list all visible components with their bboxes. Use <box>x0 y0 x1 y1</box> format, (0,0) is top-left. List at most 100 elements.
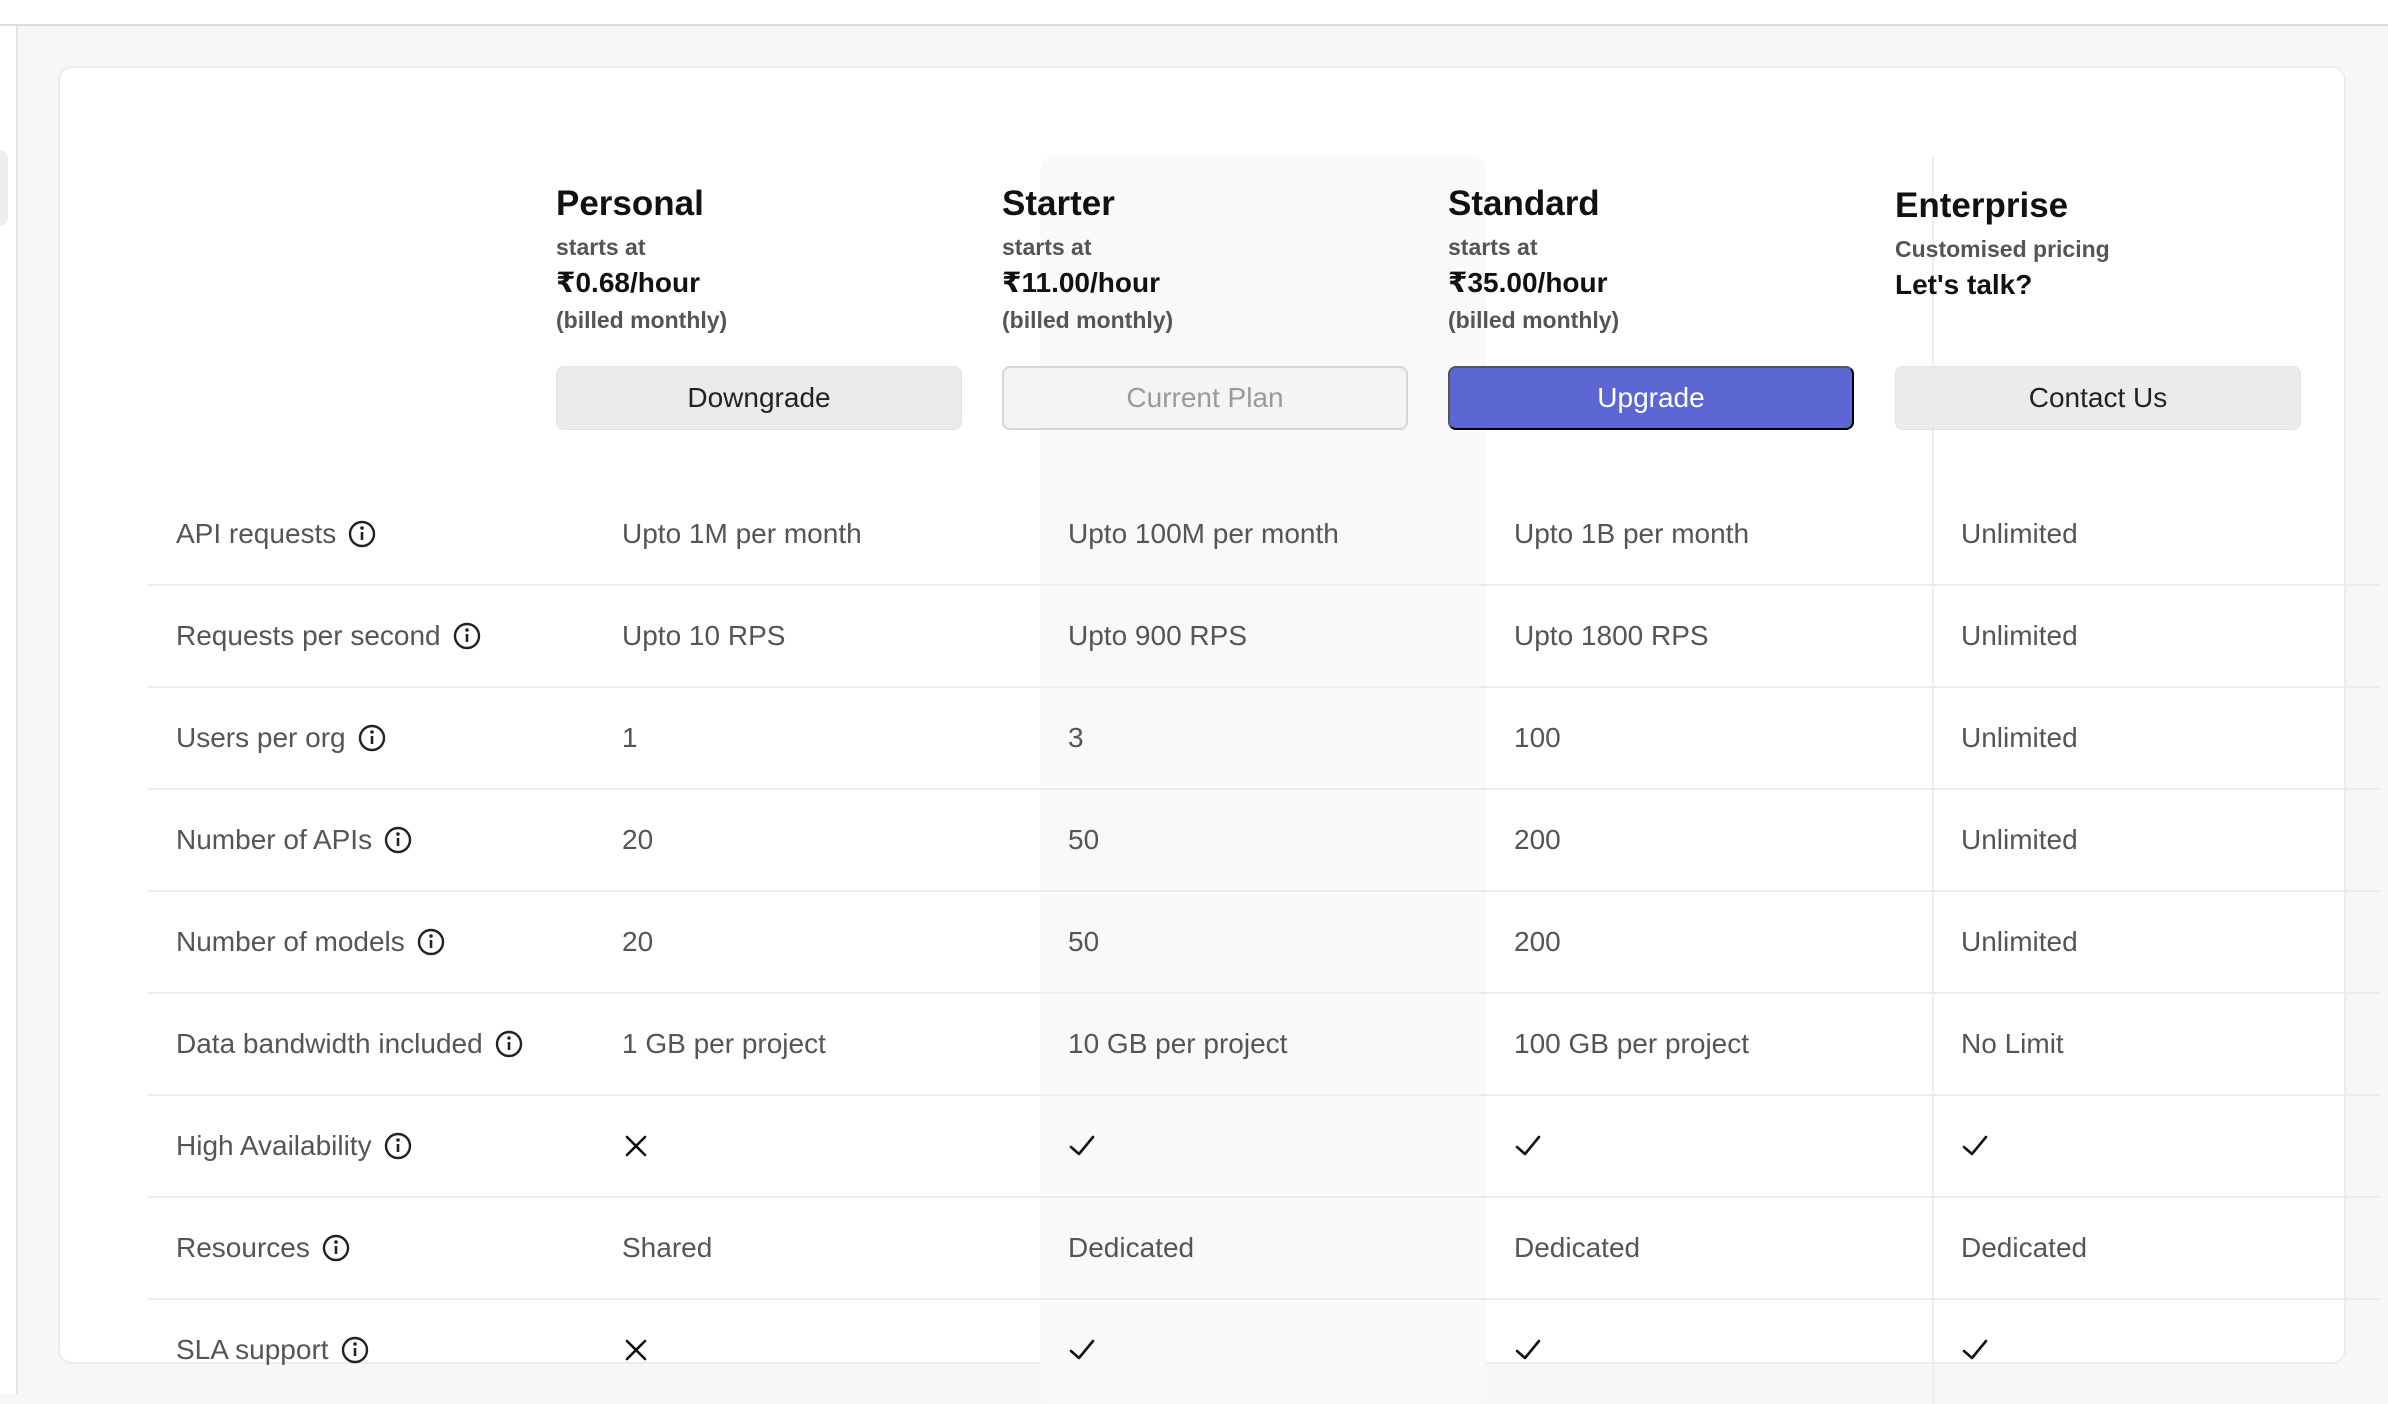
info-icon[interactable] <box>384 1132 412 1160</box>
feature-row-api-requests: API requests Upto 1M per month Upto 100M… <box>148 484 2380 586</box>
feature-row-number-of-models: Number of models 20 50 200 Unlimited <box>148 892 2380 994</box>
info-icon[interactable] <box>453 622 481 650</box>
cell-standard: Upto 1800 RPS <box>1514 620 1709 651</box>
cell-standard: 100 <box>1514 722 1561 753</box>
sidebar-handle[interactable] <box>0 150 8 226</box>
cell-starter: 10 GB per project <box>1068 1028 1288 1059</box>
plan-name: Enterprise <box>1895 186 2069 225</box>
cell-personal: 20 <box>622 824 654 855</box>
plan-subtitle: starts at <box>1448 234 1538 260</box>
cell-starter: Upto 100M per month <box>1068 518 1339 549</box>
cell-enterprise: Unlimited <box>1961 518 2078 549</box>
cell-enterprise: No Limit <box>1961 1028 2064 1059</box>
plan-contact-text: Let's talk? <box>1895 269 2033 300</box>
feature-label-wrap: SLA support <box>176 1300 369 1400</box>
cell-standard <box>1514 1096 1542 1196</box>
feature-row-high-availability: High Availability <box>148 1096 2380 1198</box>
check-icon <box>1069 1339 1095 1360</box>
info-icon[interactable] <box>341 1336 369 1364</box>
check-icon <box>1962 1135 1988 1156</box>
info-icon[interactable] <box>384 826 412 854</box>
cell-enterprise: Dedicated <box>1961 1232 2088 1263</box>
cell-personal: Upto 10 RPS <box>622 620 786 651</box>
x-icon <box>625 1135 647 1157</box>
plan-standard: Standard starts at ₹35.00/hour (billed m… <box>1448 180 1868 338</box>
cell-starter: Dedicated <box>1068 1232 1195 1263</box>
feature-label-wrap: Data bandwidth included <box>176 994 523 1094</box>
plan-enterprise: Enterprise Customised pricing Let's talk… <box>1895 182 2315 304</box>
cell-standard: 200 <box>1514 926 1561 957</box>
feature-label-wrap: Users per org <box>176 688 386 788</box>
upgrade-button[interactable]: Upgrade <box>1448 366 1854 430</box>
feature-label: Number of APIs <box>176 824 373 855</box>
cell-personal <box>622 1300 650 1400</box>
feature-label-wrap: Number of models <box>176 892 445 992</box>
check-icon <box>1069 1135 1095 1156</box>
feature-row-users-per-org: Users per org 1 3 100 Unlimited <box>148 688 2380 790</box>
plan-billing: (billed monthly) <box>1448 307 1620 333</box>
feature-label: Data bandwidth included <box>176 1028 483 1059</box>
feature-row-data-bandwidth: Data bandwidth included 1 GB per project… <box>148 994 2380 1096</box>
cell-starter <box>1068 1300 1096 1400</box>
contact-us-button[interactable]: Contact Us <box>1895 366 2301 430</box>
plan-name: Personal <box>556 184 704 223</box>
cell-personal <box>622 1096 650 1196</box>
feature-label-wrap: Requests per second <box>176 586 481 686</box>
plan-personal: Personal starts at ₹0.68/hour (billed mo… <box>556 180 976 338</box>
feature-row-number-of-apis: Number of APIs 20 50 200 Unlimited <box>148 790 2380 892</box>
cell-enterprise: Unlimited <box>1961 620 2078 651</box>
feature-label-wrap: API requests <box>176 484 376 584</box>
plan-subtitle: starts at <box>1002 234 1092 260</box>
plan-subtitle: starts at <box>556 234 646 260</box>
cell-starter: 3 <box>1068 722 1084 753</box>
cell-enterprise <box>1961 1096 1989 1196</box>
cell-personal: Shared <box>622 1232 713 1263</box>
feature-row-sla-support: SLA support <box>148 1300 2380 1402</box>
cell-starter: Upto 900 RPS <box>1068 620 1247 651</box>
plan-price: ₹35.00/hour <box>1448 267 1608 298</box>
left-rail <box>0 26 18 1394</box>
info-icon[interactable] <box>417 928 445 956</box>
feature-label: Users per org <box>176 722 346 753</box>
plan-name: Starter <box>1002 184 1115 223</box>
cell-personal: Upto 1M per month <box>622 518 862 549</box>
feature-label-wrap: Resources <box>176 1198 350 1298</box>
top-bar <box>0 0 2388 26</box>
cell-enterprise: Unlimited <box>1961 722 2078 753</box>
info-icon[interactable] <box>358 724 386 752</box>
plan-starter: Starter starts at ₹11.00/hour (billed mo… <box>1002 180 1422 338</box>
cell-standard: 200 <box>1514 824 1561 855</box>
feature-label-wrap: Number of APIs <box>176 790 412 890</box>
info-icon[interactable] <box>322 1234 350 1262</box>
feature-label: Resources <box>176 1232 310 1263</box>
feature-row-requests-per-second: Requests per second Upto 10 RPS Upto 900… <box>148 586 2380 688</box>
info-icon[interactable] <box>495 1030 523 1058</box>
plan-price: ₹11.00/hour <box>1002 267 1160 298</box>
cell-personal: 1 <box>622 722 638 753</box>
plan-billing: (billed monthly) <box>556 307 728 333</box>
cell-starter: 50 <box>1068 926 1100 957</box>
cell-enterprise <box>1961 1300 1989 1400</box>
info-icon[interactable] <box>348 520 376 548</box>
plan-name: Standard <box>1448 184 1600 223</box>
cell-personal: 1 GB per project <box>622 1028 826 1059</box>
check-icon <box>1515 1339 1541 1360</box>
cell-personal: 20 <box>622 926 654 957</box>
cell-enterprise: Unlimited <box>1961 824 2078 855</box>
downgrade-button[interactable]: Downgrade <box>556 366 962 430</box>
feature-label-wrap: High Availability <box>176 1096 412 1196</box>
feature-label: Requests per second <box>176 620 441 651</box>
cell-enterprise: Unlimited <box>1961 926 2078 957</box>
current-plan-button: Current Plan <box>1002 366 1408 430</box>
feature-row-resources: Resources Shared Dedicated Dedicated Ded… <box>148 1198 2380 1300</box>
pricing-card: Personal starts at ₹0.68/hour (billed mo… <box>58 66 2380 1404</box>
cell-starter <box>1068 1096 1096 1196</box>
cell-standard: 100 GB per project <box>1514 1028 1750 1059</box>
plan-subtitle: Customised pricing <box>1895 236 2110 262</box>
check-icon <box>1515 1135 1541 1156</box>
plan-billing: (billed monthly) <box>1002 307 1174 333</box>
feature-label: API requests <box>176 518 337 549</box>
x-icon <box>625 1339 647 1361</box>
cell-starter: 50 <box>1068 824 1100 855</box>
feature-label: SLA support <box>176 1334 329 1365</box>
